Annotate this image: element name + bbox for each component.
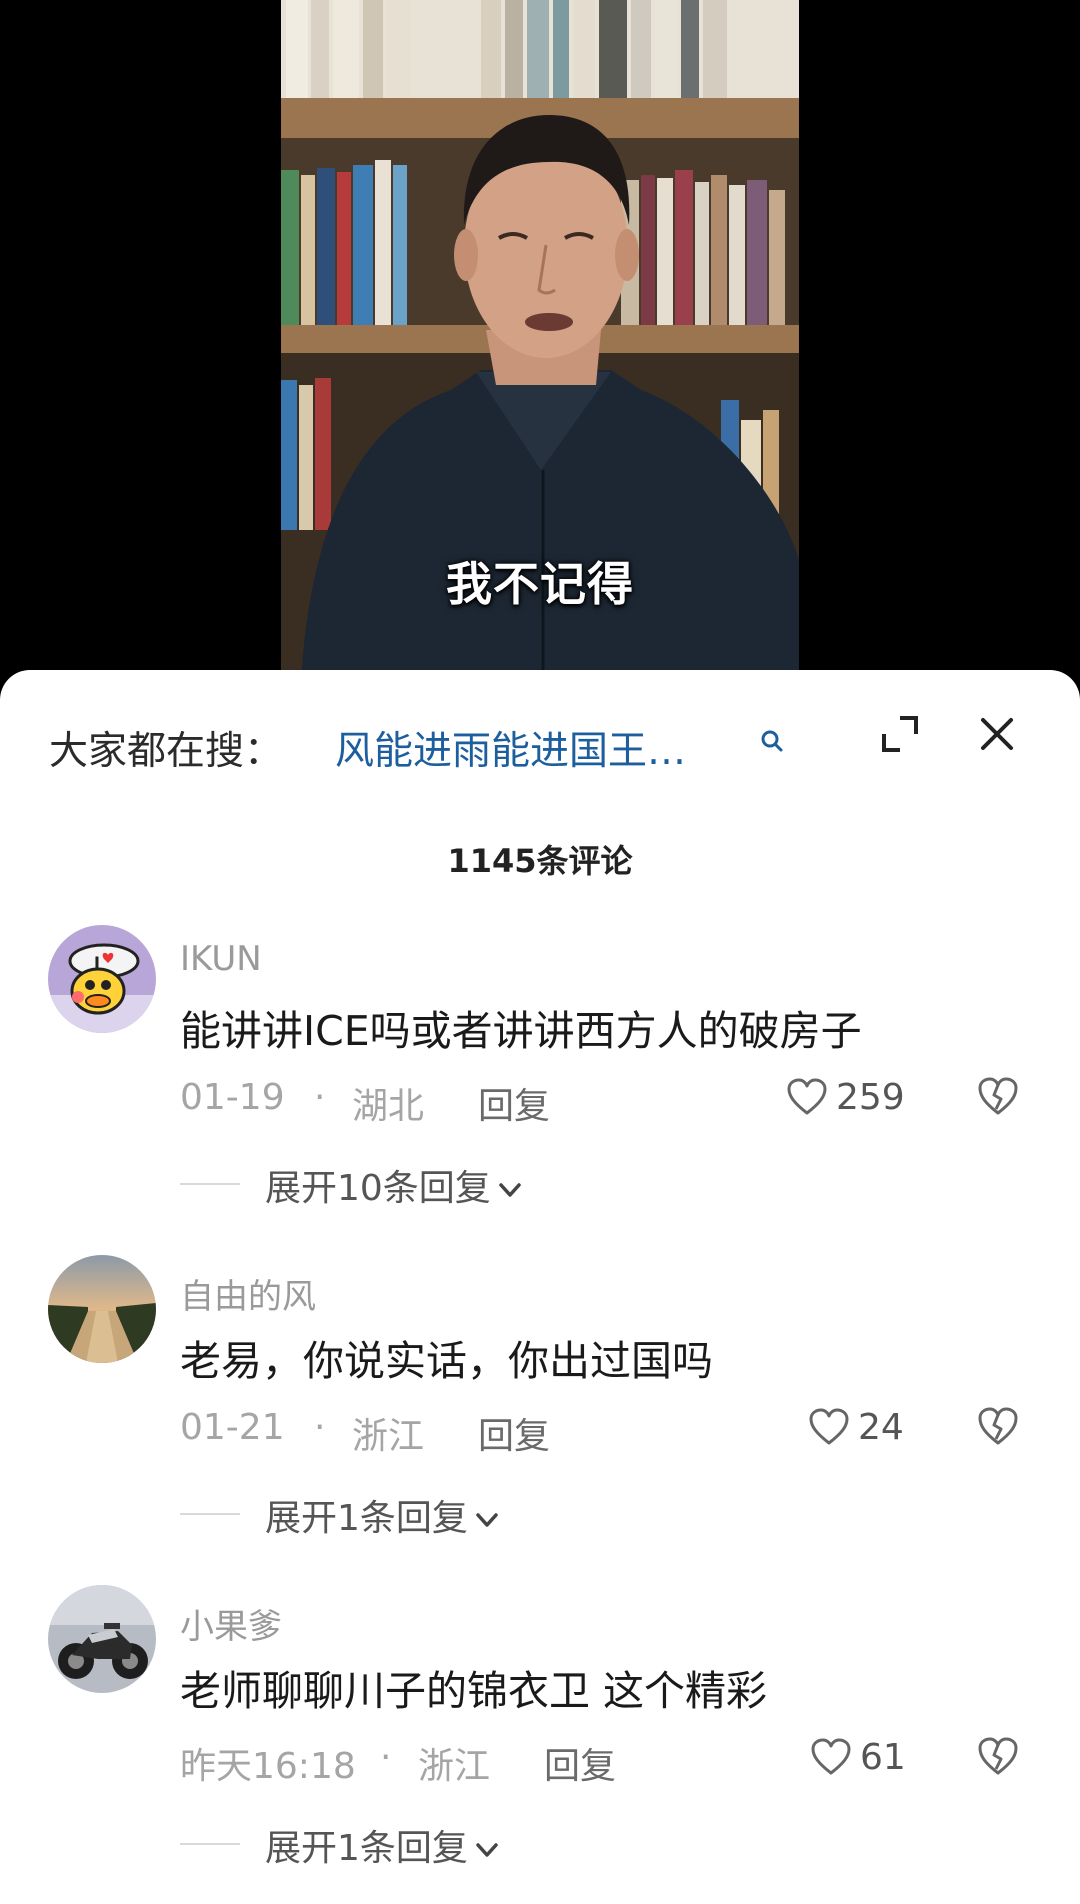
search-icon[interactable]: [757, 726, 787, 756]
search-suggestion-link[interactable]: 风能进雨能进国王…: [335, 720, 686, 776]
like-count: 24: [858, 1407, 904, 1448]
chevron-down-icon: [476, 1513, 498, 1527]
comment-count-title: 1145条评论: [447, 842, 633, 880]
broken-heart-icon[interactable]: [976, 1075, 1020, 1117]
avatar[interactable]: J: [48, 925, 156, 1033]
expand-icon[interactable]: [878, 712, 922, 756]
reply-button[interactable]: 回复: [544, 1737, 616, 1789]
divider: [180, 1183, 240, 1185]
meta-separator: ·: [314, 1077, 326, 1118]
comment-date: 01-21: [180, 1407, 285, 1448]
comment-username[interactable]: IKUN: [180, 939, 262, 979]
comment-item: J IKUN 能讲讲ICE吗或者讲讲西方人的破房子 01-19 · 湖北 回复: [0, 925, 1080, 1255]
expand-replies-text: 展开10条回复: [265, 1159, 525, 1211]
meta-separator: ·: [380, 1737, 392, 1778]
expand-replies-label: 展开1条回复: [265, 1828, 468, 1869]
chevron-down-icon: [476, 1843, 498, 1857]
reply-button[interactable]: 回复: [478, 1077, 550, 1129]
heart-outline-icon: [811, 1738, 851, 1775]
app-root: 我不记得 大家都在搜： 风能进雨能进国王… 1145条评论 J IKUN 能讲讲…: [0, 0, 1080, 1904]
comment-region: 湖北: [352, 1086, 425, 1127]
expand-replies-button[interactable]: 展开10条回复: [180, 1157, 680, 1209]
comment-item: 自由的风 老易，你说实话，你出过国吗 01-21 · 浙江 回复 24 展开1条…: [0, 1255, 1080, 1585]
search-prefix-label: 大家都在搜：: [49, 729, 284, 774]
broken-heart-icon[interactable]: [976, 1735, 1020, 1777]
like-count: 259: [836, 1077, 905, 1118]
avatar[interactable]: [48, 1255, 156, 1363]
divider: [180, 1843, 240, 1845]
expand-replies-label: 展开10条回复: [265, 1168, 491, 1209]
comment-item: 小果爹 老师聊聊川子的锦衣卫 这个精彩 昨天16:18 · 浙江 回复 61 展…: [0, 1585, 1080, 1904]
expand-replies-label: 展开1条回复: [265, 1498, 468, 1539]
avatar[interactable]: [48, 1585, 156, 1693]
close-icon[interactable]: [975, 712, 1019, 756]
broken-heart-icon[interactable]: [976, 1405, 1020, 1447]
comment-date: 昨天16:18: [180, 1746, 356, 1787]
search-suggestion-bar: 大家都在搜： 风能进雨能进国王…: [0, 670, 1080, 810]
expand-replies-text: 展开1条回复: [265, 1489, 502, 1541]
meta-separator: ·: [314, 1407, 326, 1448]
divider: [180, 1513, 240, 1515]
comment-text: 老易，你说实话，你出过国吗: [180, 1337, 713, 1385]
expand-replies-button[interactable]: 展开1条回复: [180, 1817, 680, 1869]
comment-username[interactable]: 小果爹: [180, 1599, 282, 1648]
like-count: 61: [860, 1737, 906, 1778]
heart-outline-icon: [787, 1078, 827, 1115]
reply-button[interactable]: 回复: [478, 1407, 550, 1459]
comment-region: 浙江: [418, 1746, 491, 1787]
chevron-down-icon: [499, 1183, 521, 1197]
comment-date: 01-19: [180, 1077, 285, 1118]
video-player[interactable]: 我不记得: [281, 0, 799, 680]
expand-replies-text: 展开1条回复: [265, 1819, 502, 1871]
expand-replies-button[interactable]: 展开1条回复: [180, 1487, 680, 1539]
comment-region: 浙江: [352, 1416, 425, 1457]
comments-sheet: 大家都在搜： 风能进雨能进国王… 1145条评论 J IKUN 能讲讲ICE吗或…: [0, 670, 1080, 1904]
video-subtitle: 我不记得: [446, 557, 634, 611]
comment-username[interactable]: 自由的风: [180, 1269, 316, 1318]
comment-text: 能讲讲ICE吗或者讲讲西方人的破房子: [180, 1007, 862, 1055]
comment-text: 老师聊聊川子的锦衣卫 这个精彩: [180, 1667, 768, 1715]
heart-outline-icon: [809, 1408, 849, 1445]
